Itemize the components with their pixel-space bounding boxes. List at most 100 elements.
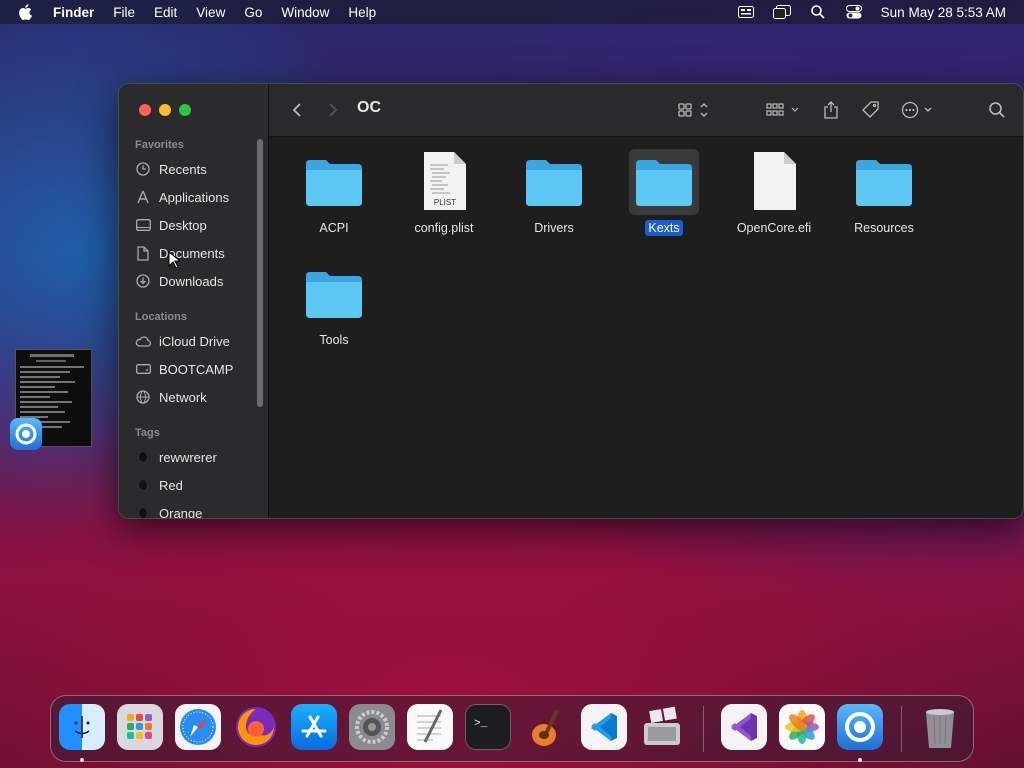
generic-file-icon [739,149,809,215]
tag-button[interactable] [861,100,881,120]
desktop-icon [135,217,151,233]
dock-separator [901,706,902,752]
dock-system-preferences-icon[interactable] [349,704,395,750]
toolbar: OC [269,84,1023,137]
dock-photos-icon[interactable] [779,704,825,750]
close-window-button[interactable] [139,104,151,116]
opencore-configurator-running-indicator [858,758,862,762]
sidebar-scrollbar[interactable] [257,139,263,407]
dock-separator [703,706,704,752]
sidebar-item-label: Network [159,389,207,405]
sidebar-item-recents[interactable]: Recents [135,158,207,180]
file-item-kexts[interactable]: Kexts [609,149,719,236]
dock-garageband-icon[interactable] [523,704,569,750]
dock-opencore-configurator-icon[interactable] [837,704,883,750]
dock-launchpad-icon[interactable] [117,704,163,750]
file-browser: ACPI PLIST config.plist Drivers Kexts Op… [269,137,1023,518]
dock-firefox-icon[interactable] [233,704,279,750]
file-item-config-plist[interactable]: PLIST config.plist [389,149,499,235]
file-name: ACPI [319,221,349,235]
folder-icon [299,149,369,215]
plist-file-icon: PLIST [409,149,479,215]
sidebar-item-applications[interactable]: Applications [135,186,229,208]
share-button[interactable] [821,100,841,120]
menu-clock[interactable]: Sun May 28 5:53 AM [881,5,1006,20]
mouse-cursor-icon [168,250,182,269]
sidebar-item-tag-red[interactable]: Red [135,474,183,496]
dock-finder-icon[interactable] [59,704,105,750]
tag-dot-icon [135,477,151,493]
finder-running-indicator [80,758,84,762]
minimize-window-button[interactable] [159,104,171,116]
sidebar-item-desktop[interactable]: Desktop [135,214,207,236]
search-button[interactable] [987,100,1007,120]
globe-icon [135,389,151,405]
sidebar-item-label: iCloud Drive [159,333,230,349]
sidebar-item-downloads[interactable]: Downloads [135,270,223,292]
menu-window[interactable]: Window [281,5,329,20]
file-item-opencore-efi[interactable]: OpenCore.efi [719,149,829,235]
dock-visual-studio-icon[interactable] [721,704,767,750]
plist-badge: PLIST [434,198,456,207]
spotlight-search-icon[interactable] [809,5,827,19]
keyboard-input-icon[interactable] [737,5,755,19]
back-button[interactable] [289,100,305,120]
control-center-icon[interactable] [845,5,863,19]
sidebar-item-label: rewwrerer [159,449,217,465]
screen-mirroring-icon[interactable] [772,5,791,19]
dock-safari-icon[interactable] [175,704,221,750]
menu-view[interactable]: View [196,5,225,20]
zoom-window-button[interactable] [179,104,191,116]
drive-icon [135,361,151,377]
menu-app-name[interactable]: Finder [53,5,94,20]
sidebar-item-bootcamp[interactable]: BOOTCAMP [135,358,233,380]
sidebar-item-label: Applications [159,189,230,205]
dock-boot-camp-assistant-icon[interactable] [639,704,685,750]
menu-go[interactable]: Go [244,5,262,20]
clock-icon [135,161,151,177]
sidebar-item-network[interactable]: Network [135,386,207,408]
menu-edit[interactable]: Edit [154,5,177,20]
cloud-icon [135,333,151,349]
document-icon [135,245,151,261]
folder-icon [849,149,919,215]
sidebar-header-tags: Tags [135,427,160,439]
sidebar-header-locations: Locations [135,311,187,323]
file-name: Kexts [645,220,683,236]
file-item-resources[interactable]: Resources [829,149,939,235]
menu-bar: Finder File Edit View Go Window Help Sun… [0,0,1024,24]
folder-icon [629,149,699,215]
menu-file[interactable]: File [113,5,135,20]
window-controls [139,104,199,116]
sidebar-item-label: Desktop [159,217,207,233]
tag-dot-icon [135,449,151,465]
opencore-configurator-badge-icon [10,418,42,450]
sidebar-item-tag-orange[interactable]: Orange [135,502,202,518]
file-name: Tools [319,333,349,347]
file-item-drivers[interactable]: Drivers [499,149,609,235]
view-mode-button[interactable] [677,100,713,120]
window-title: OC [357,99,381,116]
sidebar-item-icloud-drive[interactable]: iCloud Drive [135,330,230,352]
more-actions-button[interactable] [901,100,937,120]
forward-button[interactable] [325,100,341,120]
dock-terminal-icon[interactable]: >_ [465,704,511,750]
group-by-button[interactable] [765,100,803,120]
sidebar: Favorites Recents Applications Desktop D… [119,84,269,518]
dock-vscode-icon[interactable] [581,704,627,750]
sidebar-item-label: Red [159,477,183,493]
apple-menu-icon[interactable] [18,0,38,24]
file-item-tools[interactable]: Tools [279,261,389,347]
dock-app-store-icon[interactable] [291,704,337,750]
tag-dot-icon [135,505,151,518]
dock-textedit-icon[interactable] [407,704,453,750]
folder-icon [299,261,369,327]
sidebar-item-label: Downloads [159,273,224,289]
menu-help[interactable]: Help [348,5,376,20]
applications-icon [135,189,151,205]
sidebar-item-tag-rewwrerer[interactable]: rewwrerer [135,446,217,468]
file-name: Drivers [534,221,574,235]
dock-trash-icon[interactable] [917,704,963,750]
dock: >_ [50,695,974,762]
file-item-acpi[interactable]: ACPI [279,149,389,235]
